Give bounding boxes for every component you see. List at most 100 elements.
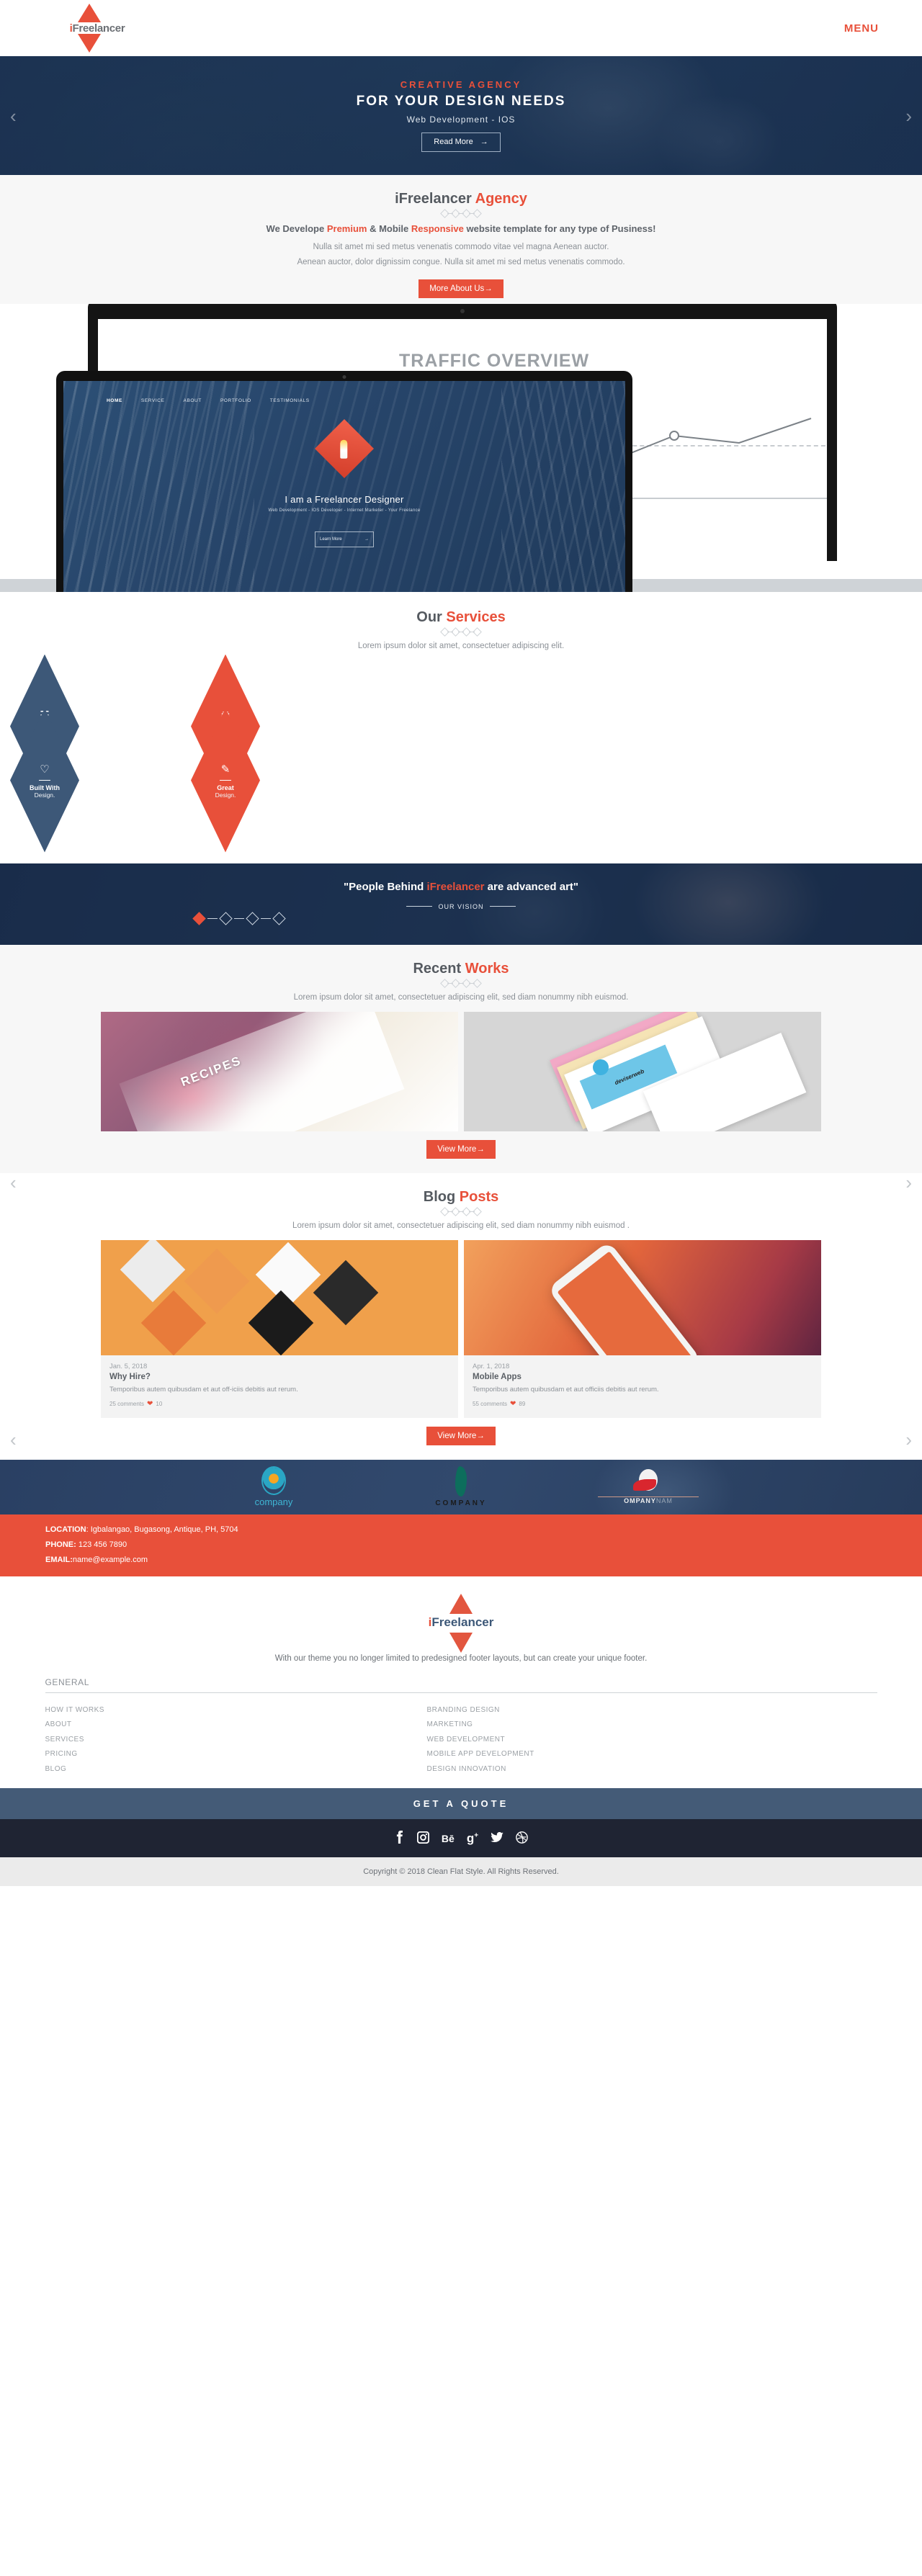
laptop-button-label: Learn More (320, 537, 342, 542)
client-logo-2[interactable]: COMPANY (411, 1466, 511, 1507)
laptop-learn-more-button: Learn More → (315, 531, 374, 547)
client-name: COMPANY (435, 1499, 487, 1508)
heart-icon: ❤ (147, 1399, 153, 1408)
blog-date: Apr. 1, 2018 (473, 1362, 510, 1370)
menu-button[interactable]: MENU (844, 22, 879, 35)
blog-title-highlight: Posts (459, 1188, 499, 1205)
diamond-separator (0, 627, 922, 637)
blog-meta: 55 comments ❤ 89 (473, 1400, 813, 1408)
brand-logo[interactable]: iFreelancer (43, 0, 151, 56)
facebook-icon[interactable] (394, 1831, 405, 1846)
services-section: Our Services Lorem ipsum dolor sit amet,… (0, 591, 922, 863)
blog-next-arrow[interactable]: › (905, 1430, 912, 1449)
works-prev-arrow[interactable]: ‹ (10, 1173, 17, 1192)
footer-column-services: BRANDING DESIGN MARKETING WEB DEVELOPMEN… (427, 1703, 809, 1777)
footer-link-web-development[interactable]: WEB DEVELOPMENT (427, 1733, 809, 1748)
phone-value[interactable]: 123 456 7890 (76, 1540, 127, 1549)
diamond-separator (0, 978, 922, 988)
blog-card[interactable]: Jan. 5, 2018 Why Hire? Temporibus autem … (101, 1239, 458, 1418)
client-logo-3[interactable]: OMPANYNAM (598, 1469, 699, 1504)
vision-dot-1[interactable] (192, 911, 206, 925)
works-title-highlight: Works (465, 960, 509, 977)
logo-diamond-up-icon (449, 1593, 473, 1614)
footer-link-pricing[interactable]: PRICING (45, 1747, 427, 1762)
email-label: EMAIL: (45, 1556, 73, 1565)
dribbble-icon[interactable] (516, 1831, 528, 1846)
blog-comments-count: 25 comments (109, 1400, 145, 1407)
email-value[interactable]: name@example.com (73, 1556, 148, 1564)
blog-post-title[interactable]: Mobile Apps (473, 1373, 813, 1381)
twitter-icon[interactable] (491, 1831, 503, 1845)
client-logo-1[interactable]: company (223, 1466, 324, 1507)
agency-lead-c: website template for any type of Pusines… (463, 223, 656, 234)
laptop-lid: HOME SERVICE ABOUT PORTFOLIO TESTIMONIAL… (56, 370, 632, 592)
footer-link-how-it-works[interactable]: HOW IT WORKS (45, 1703, 427, 1718)
hero-content: CREATIVE AGENCY FOR YOUR DESIGN NEEDS We… (357, 79, 566, 153)
works-next-arrow[interactable]: › (905, 1173, 912, 1192)
agency-lead-b: & Mobile (367, 223, 411, 234)
recipes-card-shape (119, 1011, 405, 1131)
hero-next-arrow[interactable]: › (905, 107, 912, 125)
works-title-main: Recent (413, 960, 465, 977)
laptop-nav: HOME SERVICE ABOUT PORTFOLIO TESTIMONIAL… (63, 381, 625, 403)
phone-label: PHONE: (45, 1540, 76, 1549)
get-a-quote-button[interactable]: GET A QUOTE (0, 1788, 922, 1820)
footer-general-heading: GENERAL (45, 1677, 877, 1693)
more-about-us-button[interactable]: More About Us→ (419, 279, 503, 298)
behance-icon[interactable]: Bē (442, 1834, 455, 1844)
footer-link-services[interactable]: SERVICES (45, 1733, 427, 1748)
blog-card[interactable]: Apr. 1, 2018 Mobile Apps Temporibus aute… (464, 1239, 821, 1418)
hero-prev-arrow[interactable]: ‹ (10, 107, 17, 125)
contact-bar: LOCATION: Igbalangao, Bugasong, Antique,… (0, 1514, 922, 1576)
vision-dot-2[interactable] (219, 911, 233, 925)
logo-diamond-down-icon (449, 1632, 473, 1653)
footer-tagline: With our theme you no longer limited to … (274, 1653, 648, 1663)
blog-view-more-button[interactable]: View More→ (426, 1426, 496, 1445)
client-name-bold: OMPANY (624, 1497, 656, 1505)
google-plus-icon[interactable]: g+ (467, 1832, 478, 1844)
vision-content: "People Behind iFreelancer are advanced … (0, 863, 922, 910)
monitor-camera-icon (460, 308, 465, 313)
hero-kicker: CREATIVE AGENCY (400, 78, 522, 90)
footer-link-marketing[interactable]: MARKETING (427, 1718, 809, 1733)
blog-thumbnail (464, 1239, 821, 1355)
blog-title-main: Blog (423, 1188, 460, 1205)
works-title: Recent Works (0, 961, 922, 977)
agency-cta-wrap: More About Us→ (0, 271, 922, 298)
blog-likes-count: 10 (156, 1400, 163, 1407)
laptop-nav-home: HOME (107, 398, 122, 403)
work-item-business-cards[interactable]: deviserweb (464, 1011, 821, 1131)
agency-title-highlight: Agency (475, 191, 527, 207)
logo-text: iFreelancer (50, 22, 144, 35)
client-name-light: NAM (655, 1497, 673, 1505)
contact-email: EMAIL:name@example.com (45, 1553, 922, 1568)
instagram-icon[interactable] (416, 1831, 430, 1846)
blog-meta: 25 comments ❤ 10 (109, 1400, 449, 1408)
company-mark-icon (455, 1466, 467, 1497)
view-more-label: View More (437, 1144, 477, 1154)
footer-link-mobile-app-development[interactable]: MOBILE APP DEVELOPMENT (427, 1747, 809, 1762)
vision-dot-4[interactable] (272, 911, 286, 925)
blog-prev-arrow[interactable]: ‹ (10, 1430, 17, 1449)
footer-link-branding-design[interactable]: BRANDING DESIGN (427, 1703, 809, 1718)
footer-link-design-innovation[interactable]: DESIGN INNOVATION (427, 1762, 809, 1777)
hero-read-more-button[interactable]: Read More → (421, 132, 501, 153)
contact-location: LOCATION: Igbalangao, Bugasong, Antique,… (45, 1522, 922, 1538)
agency-paragraph-2: Aenean auctor, dolor dignissim congue. N… (297, 258, 625, 267)
company-mark-icon (633, 1469, 663, 1495)
work-item-recipes[interactable]: RECIPES (101, 1011, 458, 1131)
footer-link-blog[interactable]: BLOG (45, 1762, 427, 1777)
laptop-camera-icon (342, 374, 346, 379)
hero-title: FOR YOUR DESIGN NEEDS (356, 93, 566, 109)
blog-thumbnail (101, 1239, 458, 1355)
social-bar: Bē g+ (0, 1819, 922, 1858)
vision-quote: "People Behind iFreelancer are advanced … (0, 881, 922, 893)
footer-link-about[interactable]: ABOUT (45, 1718, 427, 1733)
blog-post-title[interactable]: Why Hire? (109, 1373, 449, 1381)
works-view-more-button[interactable]: View More→ (426, 1139, 496, 1159)
blog-list: Jan. 5, 2018 Why Hire? Temporibus autem … (101, 1239, 821, 1418)
traffic-overview-title: TRAFFIC OVERVIEW (399, 350, 590, 371)
vision-dot-3[interactable] (246, 911, 259, 925)
logo-text-rest: Freelancer (72, 22, 125, 35)
footer-logo[interactable]: iFreelancer (393, 1592, 529, 1654)
